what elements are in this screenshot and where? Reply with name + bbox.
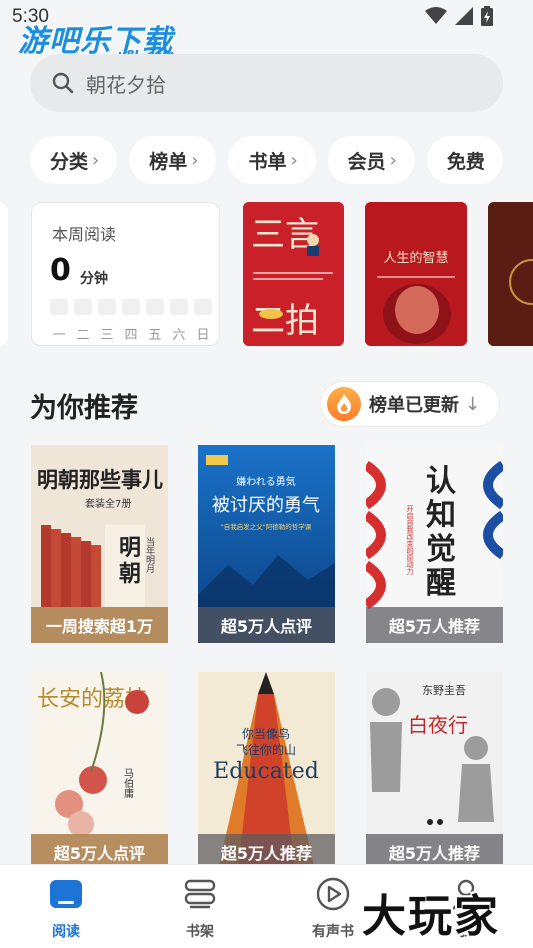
- day-label: 三: [100, 328, 114, 343]
- cover-title: 明朝那些事儿: [37, 467, 163, 492]
- search-bar[interactable]: 朝花夕拾: [30, 54, 503, 112]
- chevron-right-icon: ›: [290, 149, 298, 171]
- cover-title-line2: 二拍: [251, 301, 319, 341]
- cover-author: 当年明月: [144, 536, 155, 574]
- prev-card-edge[interactable]: [0, 202, 8, 346]
- flame-icon: [327, 387, 361, 421]
- shelf-book-rensheng-zhihui[interactable]: 人生的智慧: [365, 202, 467, 346]
- tab-audiobooks[interactable]: 有声书: [293, 877, 373, 941]
- cover-subtitle: 套装全7册: [85, 497, 131, 510]
- book-cover-art: [488, 202, 533, 346]
- cover-title: 人生的智慧: [383, 250, 448, 266]
- day-progress-boxes: [50, 299, 212, 315]
- cover-author: 马伯庸: [122, 768, 134, 799]
- cover-topline: 嫌われる勇気: [236, 475, 296, 488]
- book-card-byakuyako[interactable]: 东野圭吾 白夜行 超5万人推荐: [366, 672, 503, 870]
- battery-icon: [481, 6, 493, 26]
- wifi-icon: [425, 7, 447, 24]
- tab-bookshelf[interactable]: 书架: [160, 877, 240, 941]
- day-box: [170, 299, 188, 315]
- search-placeholder: 朝花夕拾: [86, 72, 166, 97]
- cover-title: 白夜行: [408, 713, 468, 737]
- book-card-awakening[interactable]: 认 知 觉 醒 开启自我改变的原动力 超5万人推荐: [366, 445, 503, 643]
- signal-icon: [455, 7, 473, 25]
- book-card-courage[interactable]: 嫌われる勇気 被讨厌的勇气 "自我启发之父"阿德勒的哲学课 超5万人点评: [198, 445, 335, 643]
- weekly-reading-label: 本周阅读: [52, 225, 117, 244]
- ranking-updated-label: 榜单已更新: [369, 395, 459, 416]
- day-label: 一: [52, 328, 66, 343]
- cover-subtitle: "自我启发之父"阿德勒的哲学课: [221, 522, 312, 531]
- weekly-reading-unit: 分钟: [80, 271, 108, 287]
- weekly-reading-card[interactable]: 本周阅读 0 分钟 一 二 三 四 五 六 日: [31, 202, 220, 346]
- book-tag: 超5万人点评: [198, 607, 335, 643]
- day-label: 六: [172, 328, 186, 343]
- svg-text:知: 知: [426, 498, 456, 533]
- chip-booklists[interactable]: 书单 ›: [228, 136, 316, 184]
- chip-label: 会员: [347, 150, 386, 173]
- bookshelf-icon: [184, 879, 216, 909]
- cover-title-line1: 你当像鸟: [242, 726, 290, 741]
- weekly-reading-minutes: 0: [50, 253, 71, 288]
- book-card-mingchao[interactable]: 明朝那些事儿 套装全7册 明 朝 当年明月 一周搜索超1万: [31, 445, 168, 643]
- day-box: [50, 299, 68, 315]
- day-box: [194, 299, 212, 315]
- cover-title-en: Educated: [213, 759, 319, 784]
- shelf-book-sanyan-erpai[interactable]: 三言 二拍: [243, 202, 344, 346]
- tab-label: 有声书: [312, 924, 354, 940]
- svg-text:觉: 觉: [426, 532, 456, 567]
- chevron-right-icon: ›: [92, 149, 100, 171]
- watermark-bottom: 大玩家: [362, 891, 500, 942]
- svg-text:醒: 醒: [426, 566, 456, 601]
- cover-title-line2: 飞往你的山: [236, 742, 296, 757]
- category-chips: 分类 › 榜单 › 书单 › 会员 › 免费: [30, 136, 503, 184]
- book-card-changan-lychee[interactable]: 长安的荔枝 马伯庸 超5万人点评: [31, 672, 168, 870]
- arrow-down-icon: ↓: [465, 393, 481, 415]
- chip-category[interactable]: 分类 ›: [30, 136, 118, 184]
- tab-reading[interactable]: 阅读: [26, 877, 106, 941]
- book-tag: 超5万人推荐: [366, 607, 503, 643]
- section-title-recommend: 为你推荐: [30, 393, 138, 424]
- chip-label: 分类: [50, 150, 89, 173]
- status-icons: [425, 6, 493, 26]
- chevron-right-icon: ›: [389, 149, 397, 171]
- chevron-right-icon: ›: [191, 149, 199, 171]
- day-box: [74, 299, 92, 315]
- day-box: [98, 299, 116, 315]
- book-tag: 一周搜索超1万: [31, 607, 168, 643]
- day-label: 日: [196, 328, 210, 343]
- svg-text:朝: 朝: [119, 561, 141, 587]
- book-open-icon: [50, 880, 82, 908]
- cover-title: 被讨厌的勇气: [212, 495, 320, 516]
- svg-text:明: 明: [119, 535, 141, 561]
- ranking-updated-button[interactable]: 榜单已更新 ↓: [320, 381, 500, 427]
- day-label: 四: [124, 328, 138, 343]
- chip-label: 榜单: [149, 150, 188, 173]
- chip-rankings[interactable]: 榜单 ›: [129, 136, 217, 184]
- day-box: [122, 299, 140, 315]
- shelf-book-partial[interactable]: [488, 202, 533, 346]
- chip-free[interactable]: 免费: [426, 136, 503, 184]
- day-labels: 一 二 三 四 五 六 日: [50, 324, 212, 343]
- cover-subtitle: 开启自我改变的原动力: [406, 505, 414, 576]
- tab-label: 阅读: [52, 924, 80, 940]
- book-cover-art: 人生的智慧: [365, 202, 467, 346]
- day-label: 二: [76, 328, 90, 343]
- play-circle-icon: [316, 877, 350, 911]
- day-label: 五: [148, 328, 162, 343]
- chip-membership[interactable]: 会员 ›: [327, 136, 415, 184]
- svg-text:认: 认: [426, 464, 456, 499]
- book-card-educated[interactable]: 你当像鸟 飞往你的山 Educated 超5万人推荐: [198, 672, 335, 870]
- book-cover-art: 三言 二拍: [243, 202, 344, 346]
- day-box: [146, 299, 164, 315]
- chip-label: 书单: [248, 150, 287, 173]
- cover-author: 东野圭吾: [422, 684, 466, 697]
- tab-label: 书架: [186, 924, 214, 940]
- chip-label: 免费: [446, 150, 485, 173]
- search-icon: [52, 72, 74, 94]
